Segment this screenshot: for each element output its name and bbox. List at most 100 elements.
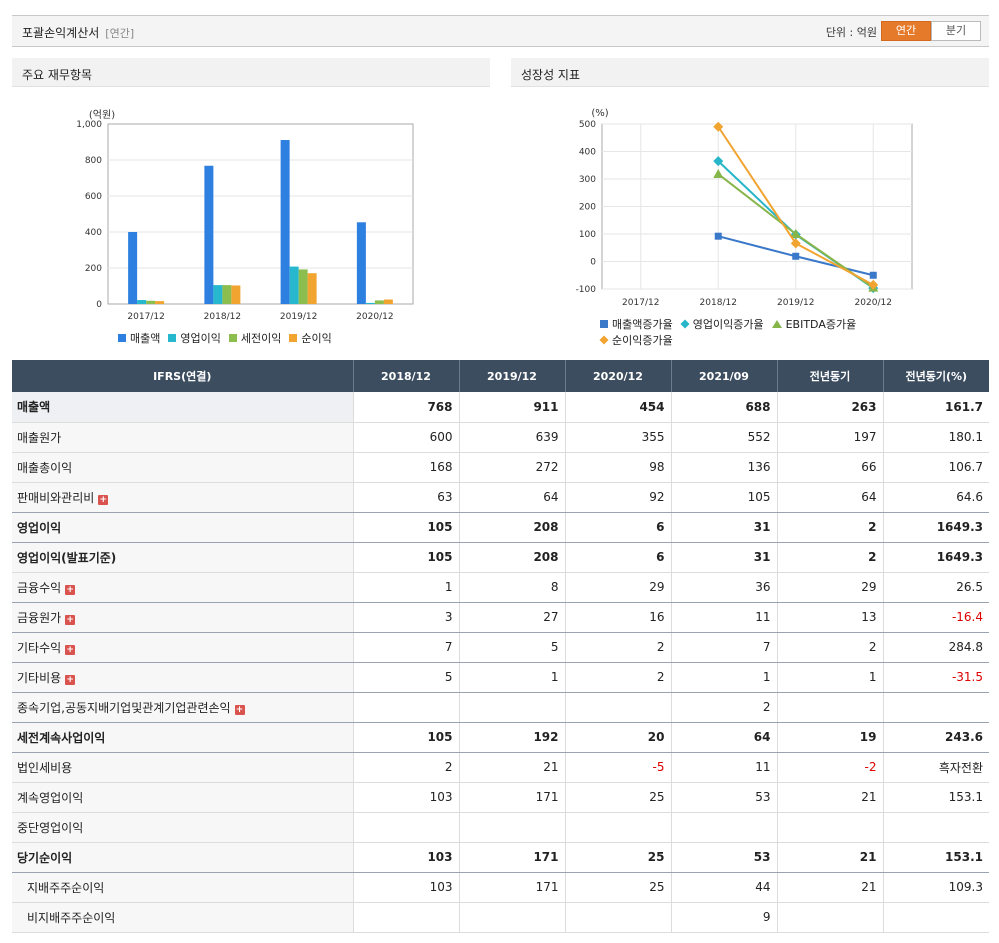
legend-item[interactable]: 영업이익 (168, 330, 221, 346)
table-cell: 21 (776, 872, 883, 903)
row-label: 영업이익(발표기준) (12, 542, 353, 573)
table-cell: 171 (458, 872, 565, 903)
x-tick-label: 2019/12 (777, 298, 814, 308)
row-label[interactable]: 기타수익 + (12, 632, 353, 663)
table-cell: 1 (352, 572, 459, 603)
table-cell: 284.8 (882, 632, 989, 663)
legend-item[interactable]: 순이익증가율 (599, 332, 673, 348)
x-tick-label: 2019/12 (280, 312, 317, 322)
table-row: 영업이익(발표기준) 105 208 6 31 2 1649.3 (12, 542, 989, 573)
table-row: 판매비와관리비 +63 64 92 105 64 64.6 (12, 482, 989, 513)
table-cell: 197 (776, 422, 883, 453)
table-row: 세전계속사업이익 105 192 20 64 19 243.6 (12, 722, 989, 753)
table-cell: -16.4 (882, 602, 989, 633)
table-cell: 243.6 (882, 722, 989, 753)
y-tick-label: 200 (579, 203, 596, 213)
period-toggle: 연간 분기 (881, 21, 981, 41)
bar-세전이익 (222, 285, 232, 304)
table-cell: 153.1 (882, 782, 989, 813)
table-cell: 153.1 (882, 842, 989, 873)
expand-plus-icon[interactable]: + (65, 644, 76, 655)
plot-area (107, 123, 414, 305)
legend-item[interactable]: 매출액 (118, 330, 160, 346)
table-row: 당기순이익 103 171 25 53 21 153.1 (12, 842, 989, 873)
row-label-text: 매출액 (17, 400, 51, 415)
row-label-text: 비지배주주순이익 (27, 910, 116, 925)
expand-plus-icon[interactable]: + (65, 614, 76, 625)
table-cell: 136 (670, 452, 777, 483)
row-label[interactable]: 금융수익 + (12, 572, 353, 603)
row-label: 세전계속사업이익 (12, 722, 353, 753)
row-label-text: 영업이익(발표기준) (17, 550, 117, 565)
expand-plus-icon[interactable]: + (98, 494, 109, 505)
legend-item[interactable]: 순이익 (289, 330, 332, 346)
table-row: 종속기업,공동지배기업및관계기업관련손익 +2 (12, 692, 989, 723)
legend-item[interactable]: 세전이익 (228, 330, 281, 346)
table-cell: 21 (776, 782, 883, 813)
row-label: 지배주주순이익 (12, 872, 353, 903)
legend-item[interactable]: 영업이익증가율 (680, 316, 764, 332)
table-cell: 1 (776, 662, 883, 693)
row-label-text: 종속기업,공동지배기업및관계기업관련손익 (17, 700, 231, 715)
row-label[interactable]: 종속기업,공동지배기업및관계기업관련손익 + (12, 692, 353, 723)
legend-item[interactable]: EBITDA증가율 (771, 316, 856, 332)
table-cell (564, 692, 671, 723)
table-cell: 16 (564, 602, 671, 633)
table-row: 법인세비용 2 21 -5 11 -2 흑자전환 (12, 752, 989, 783)
x-tick-label: 2018/12 (204, 312, 241, 322)
table-cell: 192 (458, 722, 565, 753)
bar-영업이익 (137, 300, 147, 304)
table-cell: 911 (458, 392, 565, 423)
row-label[interactable]: 판매비와관리비 + (12, 482, 353, 513)
toggle-quarter-button[interactable]: 분기 (931, 21, 981, 41)
table-cell: 180.1 (882, 422, 989, 453)
table-cell (458, 902, 565, 933)
table-cell: 2 (352, 752, 459, 783)
table-cell: 3 (352, 602, 459, 633)
table-cell: 106.7 (882, 452, 989, 483)
bar-chart-legend: 매출액 영업이익 세전이익 순이익 (118, 330, 438, 346)
row-label-text: 기타수익 (17, 640, 62, 655)
column-header[interactable]: 2020/12 (564, 360, 671, 392)
toggle-annual-button[interactable]: 연간 (881, 21, 931, 41)
expand-plus-icon[interactable]: + (65, 674, 76, 685)
row-label: 당기순이익 (12, 842, 353, 873)
table-cell: 171 (458, 842, 565, 873)
row-label: 영업이익 (12, 512, 353, 543)
row-label: 계속영업이익 (12, 782, 353, 813)
y-tick-label: 100 (579, 230, 596, 240)
point-매출액증가율 (869, 271, 877, 279)
table-cell: 36 (670, 572, 777, 603)
table-cell (352, 692, 459, 723)
line-chart-legend: 매출액증가율 영업이익증가율 EBITDA증가율순이익증가율 (599, 316, 900, 348)
table-cell: 168 (352, 452, 459, 483)
expand-plus-icon[interactable]: + (65, 584, 76, 595)
legend-swatch (168, 334, 177, 342)
table-cell: 64 (776, 482, 883, 513)
column-header[interactable]: 2021/09 (670, 360, 777, 392)
table-cell: 98 (564, 452, 671, 483)
financial-items-bar-chart: 0 200 400 600 800 1,000(억원) 2017/12 2018/12 2019… (76, 109, 414, 322)
table-cell: 2 (670, 692, 777, 723)
legend-item[interactable]: 매출액증가율 (600, 316, 673, 332)
y-tick-label: 300 (579, 175, 596, 185)
row-label[interactable]: 금융원가 + (12, 602, 353, 633)
table-cell: 355 (564, 422, 671, 453)
table-row: 영업이익 105 208 6 31 2 1649.3 (12, 512, 989, 543)
column-header[interactable]: 2019/12 (458, 360, 565, 392)
table-cell: 103 (352, 872, 459, 903)
table-row: 지배주주순이익 103 171 25 44 21 109.3 (12, 872, 989, 903)
table-cell: 600 (352, 422, 459, 453)
table-cell (776, 812, 883, 843)
table-cell: 171 (458, 782, 565, 813)
y-tick-label: 600 (85, 192, 102, 202)
growth-line-chart: -100 0 100 200 300 400 500(%) 2017/12 2018/12 201… (576, 108, 913, 308)
column-header[interactable]: 2018/12 (352, 360, 459, 392)
row-label: 매출원가 (12, 422, 353, 453)
table-cell (564, 812, 671, 843)
x-tick-label: 2020/12 (855, 298, 892, 308)
table-cell (776, 692, 883, 723)
row-label[interactable]: 기타비용 + (12, 662, 353, 693)
expand-plus-icon[interactable]: + (234, 704, 245, 715)
row-label-text: 기타비용 (17, 670, 62, 685)
